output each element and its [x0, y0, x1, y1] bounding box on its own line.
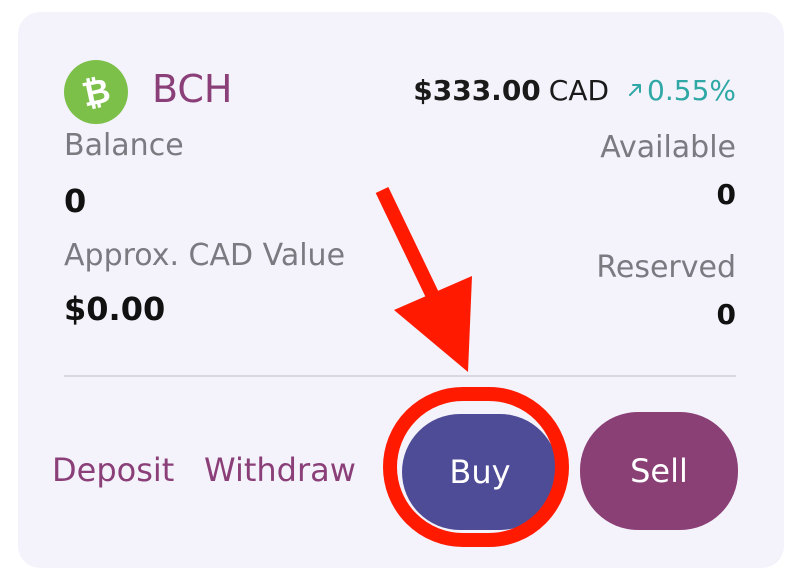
- available-label: Available: [600, 130, 736, 165]
- asset-price: $333.00: [413, 73, 541, 107]
- balance-label: Balance: [64, 128, 184, 163]
- reserved-value: 0: [716, 298, 736, 331]
- balance-value: 0: [64, 182, 87, 220]
- sell-button-label: Sell: [630, 452, 688, 490]
- sell-button[interactable]: Sell: [580, 412, 738, 530]
- bitcoin-cash-icon: ₿: [64, 60, 128, 124]
- asset-symbol: BCH: [152, 67, 233, 111]
- buy-button-label: Buy: [449, 453, 511, 491]
- cad-value: $0.00: [64, 290, 166, 328]
- price-currency: CAD: [548, 73, 610, 107]
- svg-text:₿: ₿: [78, 71, 113, 116]
- cad-value-label: Approx. CAD Value: [64, 238, 346, 273]
- trend-up-arrow-icon: [627, 82, 643, 98]
- reserved-label: Reserved: [596, 250, 736, 285]
- price-row: $333.00 CAD 0.55%: [413, 70, 736, 110]
- divider: [64, 375, 736, 377]
- screen: ₿ BCH $333.00 CAD 0.55% Balance 0 Approx…: [0, 0, 800, 568]
- price-change-percent: 0.55%: [647, 73, 736, 107]
- buy-button[interactable]: Buy: [402, 414, 558, 530]
- available-value: 0: [716, 178, 736, 211]
- deposit-button[interactable]: Deposit: [52, 450, 174, 490]
- withdraw-button[interactable]: Withdraw: [204, 450, 356, 490]
